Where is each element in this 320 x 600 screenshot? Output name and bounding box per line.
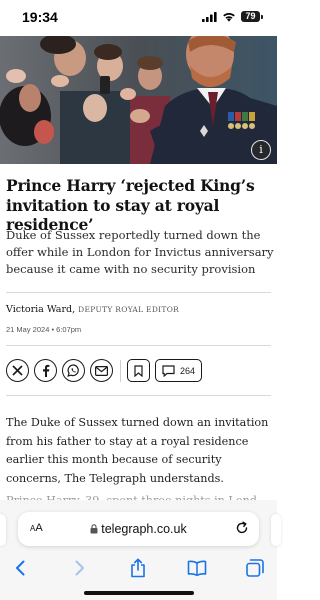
share-facebook-button[interactable]: [34, 359, 57, 382]
author-role: DEPUTY ROYAL EDITOR: [78, 305, 180, 314]
back-button[interactable]: [8, 556, 32, 580]
status-bar: 19:34 79: [0, 0, 277, 36]
forward-button[interactable]: [68, 556, 92, 580]
home-indicator[interactable]: [84, 591, 194, 595]
next-tab-peek[interactable]: [271, 514, 281, 546]
share-separator: [120, 359, 121, 382]
bookmarks-button[interactable]: [185, 556, 209, 580]
article-standfirst: Duke of Sussex reportedly turned down th…: [6, 228, 274, 276]
whatsapp-icon: [67, 364, 79, 377]
status-time: 19:34: [22, 9, 58, 25]
divider: [6, 345, 271, 346]
signal-icon: [202, 11, 217, 22]
tabs-icon: [246, 559, 264, 577]
article-body-paragraph: The Duke of Sussex turned down an invita…: [6, 416, 269, 485]
hero-photo: [0, 36, 277, 164]
bookmarks-icon: [187, 560, 207, 576]
bookmark-button[interactable]: [127, 359, 150, 382]
hero-image[interactable]: i: [0, 36, 277, 164]
battery-icon: 79: [241, 11, 263, 22]
url-text: telegraph.co.uk: [101, 522, 187, 536]
image-info-button[interactable]: i: [251, 140, 271, 160]
tabs-button[interactable]: [243, 556, 267, 580]
email-icon: [95, 365, 108, 376]
comments-button[interactable]: 264: [155, 359, 203, 382]
wifi-icon: [223, 12, 235, 22]
info-icon: i: [259, 143, 263, 156]
share-whatsapp-button[interactable]: [62, 359, 85, 382]
address-bar[interactable]: AA telegraph.co.uk: [18, 512, 259, 546]
share-page-button[interactable]: [126, 556, 150, 580]
browser-toolbar: [0, 556, 277, 580]
lock-icon: [90, 524, 98, 534]
byline: Victoria Ward, DEPUTY ROYAL EDITOR: [6, 304, 179, 315]
battery-level: 79: [241, 11, 260, 22]
share-x-button[interactable]: [6, 359, 29, 382]
bookmark-icon: [134, 364, 143, 377]
share-toolbar: 264: [6, 359, 203, 382]
status-icons: 79: [202, 11, 263, 22]
x-icon: [12, 365, 23, 376]
divider: [6, 292, 271, 293]
url-field[interactable]: telegraph.co.uk: [18, 522, 259, 536]
share-email-button[interactable]: [90, 359, 113, 382]
back-icon: [16, 560, 25, 576]
browser-bottom-bar: AA telegraph.co.uk: [0, 500, 281, 600]
forward-icon: [75, 560, 84, 576]
share-icon: [131, 558, 145, 578]
comments-count: 264: [180, 365, 196, 376]
facebook-icon: [42, 364, 49, 377]
divider: [6, 395, 271, 396]
publish-date: 21 May 2024 • 6:07pm: [6, 325, 82, 334]
author-name[interactable]: Victoria Ward,: [6, 304, 75, 315]
comment-icon: [162, 364, 175, 377]
previous-tab-peek[interactable]: [0, 514, 6, 546]
reload-icon[interactable]: [235, 521, 249, 535]
article-headline: Prince Harry ‘rejected King’s invitation…: [6, 176, 255, 234]
